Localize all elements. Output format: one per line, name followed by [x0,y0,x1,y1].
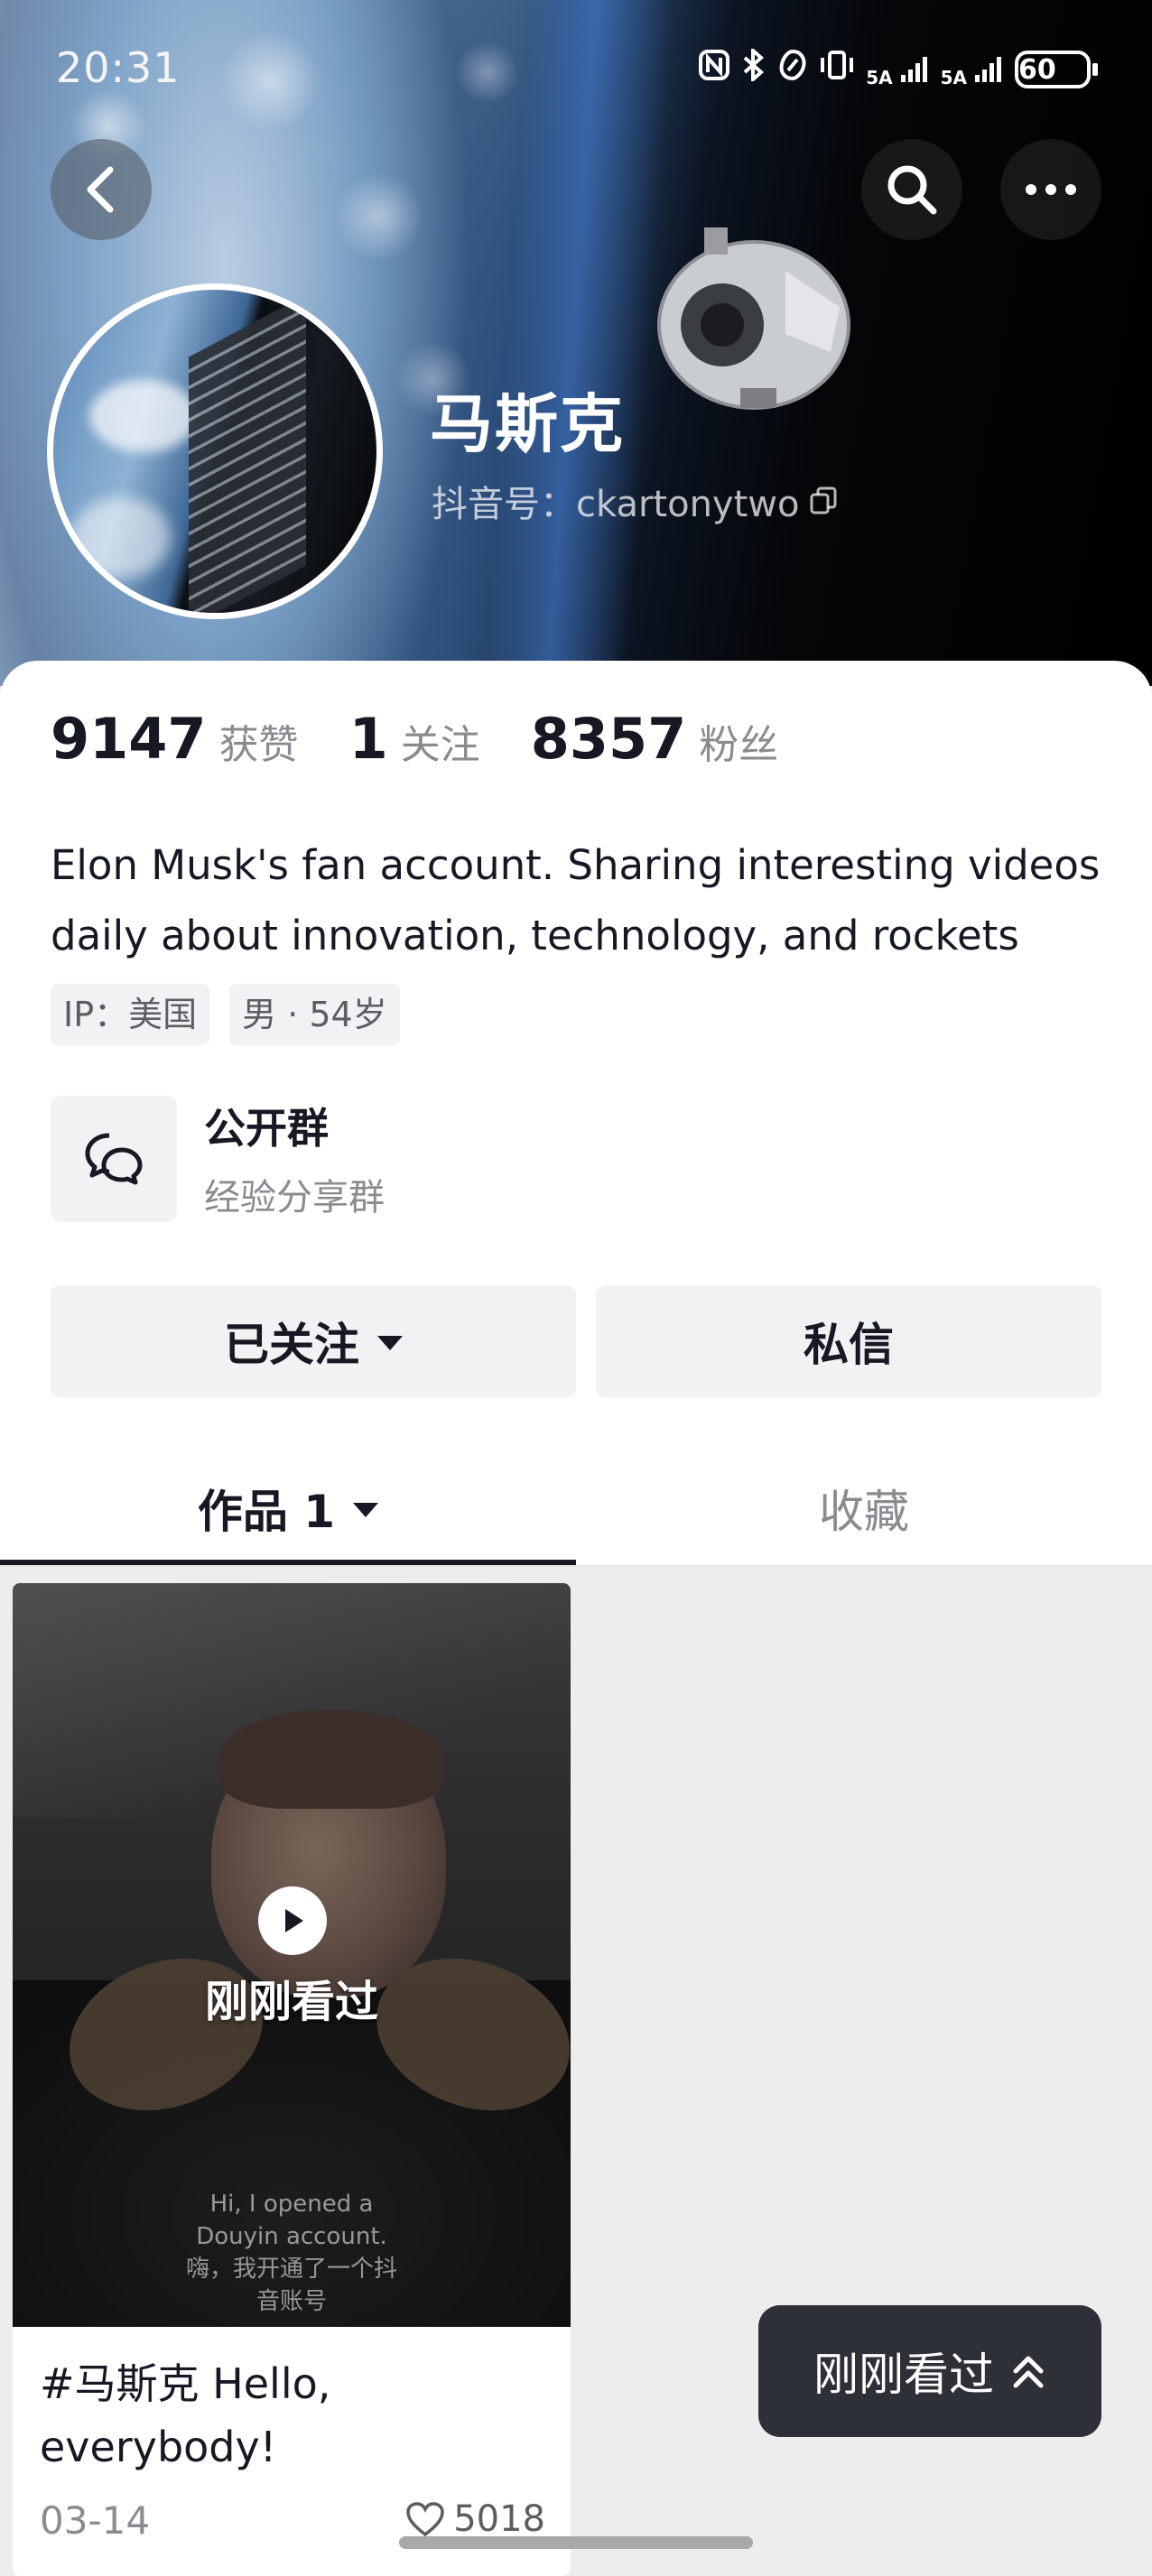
play-icon [258,1886,327,1955]
message-button[interactable]: 私信 [596,1285,1101,1397]
group-subtitle: 经验分享群 [204,1177,385,1219]
nearby-share-icon [777,49,808,89]
double-chevron-up-icon [1013,2356,1044,2388]
stat-following-label: 关注 [400,722,480,768]
tab-favorites-label: 收藏 [819,1486,909,1538]
just-watched-overlay: 刚刚看过 [204,1977,378,2027]
message-label: 私信 [804,1319,894,1371]
video-card[interactable]: 刚刚看过 Hi, I opened a Douyin account. 嗨，我开… [13,1583,571,2576]
stat-likes-label: 获赞 [218,722,299,768]
caret-down-icon [377,1336,403,1350]
profile-tags: IP：美国 男 · 54岁 [51,984,400,1045]
stat-following[interactable]: 1 关注 [349,706,480,772]
stat-likes[interactable]: 9147 获赞 [51,706,299,772]
search-button[interactable] [861,139,962,240]
back-button[interactable] [51,139,152,240]
avatar-satellites [189,294,306,613]
tab-works-label: 作品 1 [197,1486,336,1538]
profile-panel: 9147 获赞 1 关注 8357 粉丝 Elon Musk's fan acc… [0,661,1152,1567]
more-horizontal-icon [1026,184,1076,195]
video-likes-count: 5018 [453,2498,545,2540]
just-watched-label: 刚刚看过 [813,2349,994,2401]
video-title: #马斯克 Hello, everybody! [40,2359,331,2471]
tab-favorites[interactable]: 收藏 [576,1451,1152,1565]
group-title: 公开群 [204,1104,329,1153]
status-bar: 20:31 5A 5A 60 [0,0,1152,144]
signal-1-label: 5A [866,66,893,88]
stat-likes-value: 9147 [51,706,207,772]
profile-tabs: 作品 1 收藏 [0,1451,1152,1567]
tab-works[interactable]: 作品 1 [0,1451,576,1565]
status-time: 20:31 [56,43,181,92]
nfc-icon [698,49,730,89]
stat-followers-label: 粉丝 [699,722,779,768]
subtitle-line: 嗨，我开通了一个抖 [185,2256,397,2283]
battery-icon: 60 [1015,50,1098,88]
search-icon [887,165,937,215]
caret-down-icon [353,1503,379,1517]
following-button[interactable]: 已关注 [51,1285,576,1397]
signal-2-label: 5A [940,66,968,88]
group-chat-icon [51,1096,177,1222]
ip-location-tag: IP：美国 [51,984,210,1045]
avatar[interactable] [47,283,383,619]
stat-following-value: 1 [348,706,388,772]
stat-followers[interactable]: 8357 粉丝 [531,706,779,772]
video-thumbnail[interactable]: 刚刚看过 Hi, I opened a Douyin account. 嗨，我开… [13,1583,571,2327]
signal-2-icon: 5A [940,53,1004,88]
stat-followers-value: 8357 [530,706,687,772]
subtitle-line: Hi, I opened a [209,2191,374,2218]
video-date: 03-14 [40,2498,151,2543]
following-label: 已关注 [224,1319,359,1371]
profile-bio: Elon Musk's fan account. Sharing interes… [51,841,1101,959]
stats-row: 9147 获赞 1 关注 8357 粉丝 [51,706,829,772]
dragon-capsule-image [657,227,850,410]
douyin-id[interactable]: 抖音号：ckartonytwo [432,475,839,527]
douyin-id-text: 抖音号：ckartonytwo [432,484,800,525]
copy-icon[interactable] [808,486,839,516]
video-subtitle: Hi, I opened a Douyin account. 嗨，我开通了一个抖… [13,2188,571,2318]
bluetooth-icon [741,46,766,89]
heart-icon [406,2502,444,2537]
battery-level: 60 [1018,53,1056,86]
avatar-cloud [71,497,171,579]
signal-1-icon: 5A [866,53,929,88]
group-entry[interactable]: 公开群 经验分享群 [51,1096,683,1222]
thumbnail-hair [218,1710,444,1809]
just-watched-button[interactable]: 刚刚看过 [758,2305,1101,2437]
tab-active-indicator [0,1560,576,1565]
profile-name: 马斯克 [430,387,625,461]
chevron-left-icon [87,166,114,213]
subtitle-line: Douyin account. [196,2223,387,2250]
status-icons: 5A 5A 60 [698,46,1098,89]
home-indicator[interactable] [399,2536,753,2549]
subtitle-line: 音账号 [255,2288,327,2315]
gender-age-tag: 男 · 54岁 [229,984,400,1045]
more-options-button[interactable] [1000,139,1101,240]
vibrate-icon [819,49,855,89]
avatar-cloud [89,380,198,452]
video-likes: 5018 [404,2498,545,2540]
